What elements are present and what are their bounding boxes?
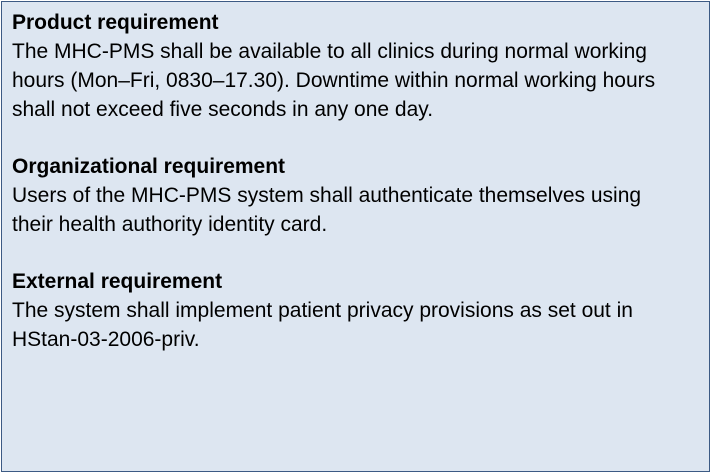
external-requirement-section: External requirement The system shall im… (12, 267, 699, 354)
external-requirement-heading: External requirement (12, 270, 223, 293)
organizational-requirement-heading: Organizational requirement (12, 155, 286, 178)
organizational-requirement-line-2: their health authority identity card. (12, 213, 328, 236)
external-requirement-line-1: The system shall implement patient priva… (12, 299, 633, 322)
requirements-panel: Product requirement The MHC-PMS shall be… (1, 1, 710, 472)
product-requirement-section: Product requirement The MHC-PMS shall be… (12, 8, 699, 124)
product-requirement-line-3: shall not exceed five seconds in any one… (12, 98, 434, 121)
product-requirement-heading: Product requirement (12, 11, 219, 34)
organizational-requirement-line-1: Users of the MHC-PMS system shall authen… (12, 184, 642, 207)
product-requirement-line-2: hours (Mon–Fri, 0830–17.30). Downtime wi… (12, 69, 656, 92)
external-requirement-line-2: HStan-03-2006-priv. (12, 328, 200, 351)
product-requirement-line-1: The MHC-PMS shall be available to all cl… (12, 40, 647, 63)
organizational-requirement-section: Organizational requirement Users of the … (12, 152, 699, 239)
